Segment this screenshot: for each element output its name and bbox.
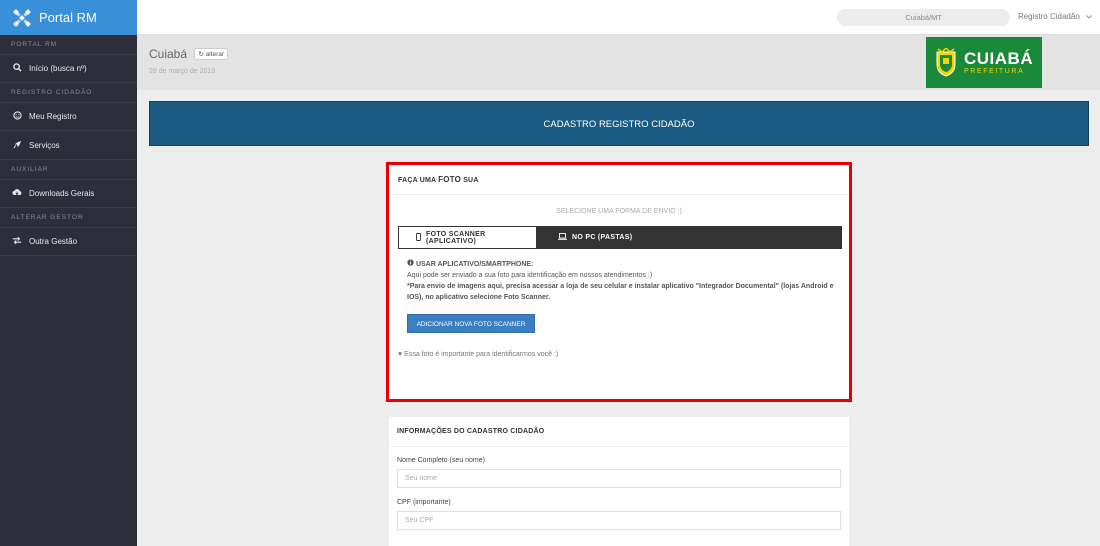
exchange-icon [12,236,22,247]
sidebar-item-label: Meu Registro [29,112,77,121]
portal-logo-icon [13,8,31,27]
tab-label: FOTO SCANNER (APLICATIVO) [426,230,486,245]
info-icon [407,259,416,268]
info-card-title: INFORMAÇÕES DO CADASTRO CIDADÃO [389,417,849,447]
page-date: 28 de março de 2019 [149,68,216,75]
tab-foto-scanner[interactable]: FOTO SCANNER (APLICATIVO) [398,226,537,249]
smile-icon [12,111,22,122]
photo-card-title-suffix: SUA [461,177,479,184]
sidebar-item-downloads[interactable]: Downloads Gerais [0,180,137,208]
laptop-icon [558,233,567,242]
app-instructions-line: Aqui pode ser enviado a sua foto para id… [407,272,653,279]
alterar-label: alterar [205,51,225,58]
brand[interactable]: Portal RM [0,0,137,35]
heart-icon: ♥ [398,351,403,358]
tab-no-pc[interactable]: NO PC (PASTAS) [537,226,842,249]
user-menu[interactable]: Registro Cidadão [1018,12,1092,21]
chevron-down-icon [1086,12,1092,21]
sidebar: Portal RM PORTAL RM Início (busca nº) RE… [0,0,137,546]
app-instructions: USAR APLICATIVO/SMARTPHONE: Aqui pode se… [407,259,837,303]
top-bar: Cuiabá/MT Registro Cidadão [137,0,1100,35]
select-prompt: SELECIONE UMA FORMA DE ENVIO :) [556,208,682,215]
brand-name: Portal RM [39,10,97,25]
sidebar-section-portal: PORTAL RM [0,35,137,55]
sidebar-item-servicos[interactable]: Serviços [0,131,137,160]
upload-method-tabs: FOTO SCANNER (APLICATIVO) NO PC (PASTAS) [398,226,842,249]
user-menu-label: Registro Cidadão [1017,12,1080,21]
rocket-icon [12,140,22,151]
app-instructions-note: *Para envio de imagens aqui, precisa ace… [407,283,834,301]
photo-importance-note: ♥ Essa foto é importante para identificar… [398,351,558,358]
sidebar-item-label: Serviços [29,140,60,150]
app-instructions-title-text: USAR APLICATIVO/SMARTPHONE: [415,261,534,268]
sidebar-item-label: Downloads Gerais [29,189,95,198]
sidebar-item-meu-registro[interactable]: Meu Registro [0,103,137,131]
sidebar-item-outra-gestao[interactable]: Outra Gestão [0,228,137,256]
city-name: Cuiabá [149,47,188,61]
sidebar-section-registro: REGISTRO CIDADÃO [0,83,137,103]
cpf-field-label: CPF (importante) [397,499,451,506]
photo-card: FAÇA UMA FOTO SUA SELECIONE UMA FORMA DE… [386,162,852,402]
page-banner: CADASTRO REGISTRO CIDADÃO [149,101,1089,146]
info-card: INFORMAÇÕES DO CADASTRO CIDADÃO Nome Com… [389,417,849,546]
sidebar-item-inicio[interactable]: Início (busca nº) [0,55,137,83]
add-photo-scanner-button[interactable]: ADICIONAR NOVA FOTO SCANNER [407,314,535,333]
sidebar-item-label: Outra Gestão [29,237,78,246]
prefeitura-logo: CUIABÁ PREFEITURA [926,37,1042,88]
photo-importance-text: Essa foto é importante para identificarm… [404,351,559,358]
location-pill[interactable]: Cuiabá/MT [837,9,1010,26]
photo-card-title: FAÇA UMA FOTO SUA [389,165,849,195]
app-instructions-title: USAR APLICATIVO/SMARTPHONE: [407,259,837,270]
main-content: CADASTRO REGISTRO CIDADÃO FAÇA UMA FOTO … [137,90,1100,546]
coat-of-arms-icon [936,47,956,77]
page-title: Cuiabá ↻ alterar [149,47,229,61]
cloud-download-icon [12,188,22,199]
sidebar-section-auxiliar: AUXILIAR [0,160,137,180]
photo-card-title-bold: FOTO [438,175,462,184]
refresh-icon: ↻ [198,51,204,58]
name-field-label: Nome Completo (seu nome) [397,457,485,464]
page-header: Cuiabá ↻ alterar 28 de março de 2019 CUI… [137,35,1100,90]
photo-card-title-prefix: FAÇA UMA [398,177,439,184]
search-icon [12,63,22,74]
prefeitura-name: CUIABÁ [964,49,1034,68]
name-field[interactable]: Seu nome [397,469,841,488]
tab-label: NO PC (PASTAS) [572,234,633,241]
sidebar-item-label: Início (busca nº) [29,64,87,73]
sidebar-section-alterar-gestor: ALTERAR GESTOR [0,208,137,228]
cpf-field[interactable]: Seu CPF [397,511,841,530]
mobile-icon [416,232,421,243]
alterar-button[interactable]: ↻ alterar [194,48,229,60]
prefeitura-subtitle: PREFEITURA [964,68,1025,75]
